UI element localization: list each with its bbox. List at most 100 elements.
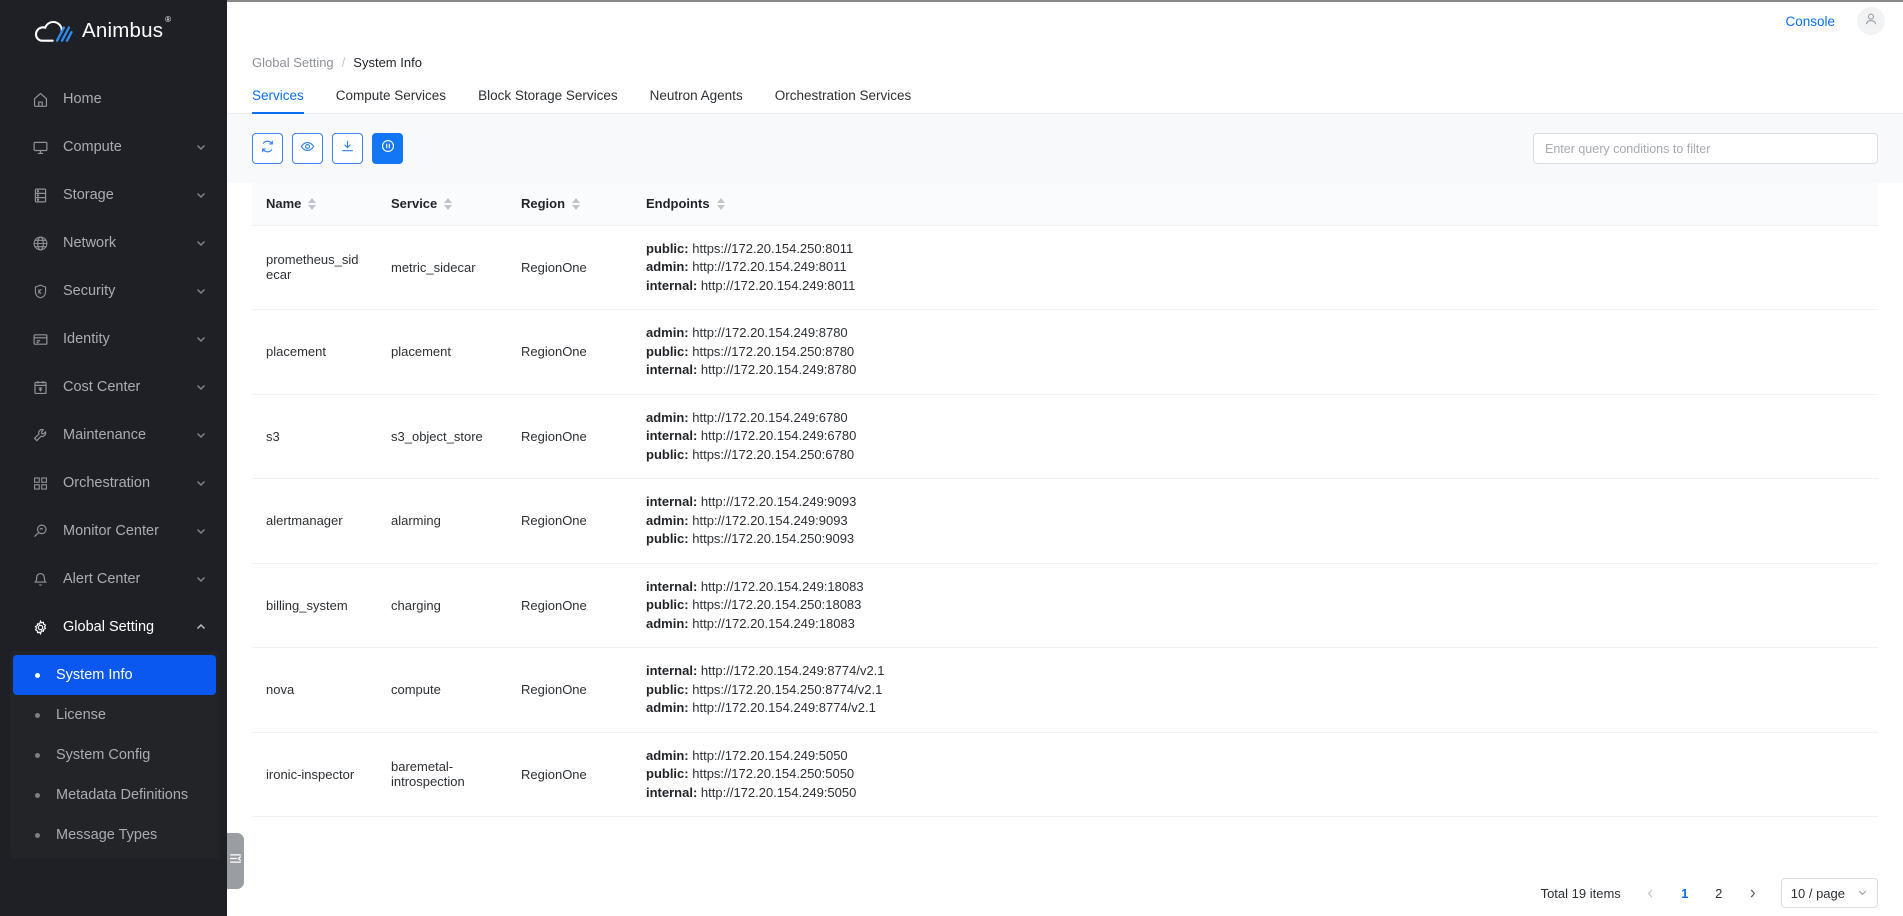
chevron-down-icon	[195, 141, 207, 153]
services-table: Name Service Region Endpoints prometheus…	[252, 183, 1878, 817]
sidebar-item-message-types[interactable]: Message Types	[13, 815, 216, 855]
table-row[interactable]: s3 s3_object_store RegionOne admin: http://…	[252, 394, 1878, 479]
avatar[interactable]	[1857, 7, 1885, 35]
sidebar-item-system-info[interactable]: System Info	[13, 655, 216, 695]
chevron-down-icon	[195, 285, 207, 297]
endpoint-type: internal:	[646, 578, 698, 594]
column-header-label: Region	[521, 196, 566, 212]
sort-toggle-icon[interactable]	[572, 197, 581, 210]
sidebar-item-security[interactable]: Security	[0, 267, 227, 315]
table-head: Name Service Region Endpoints	[252, 183, 1878, 226]
column-header-label: Service	[391, 196, 438, 212]
column-header-endpoints[interactable]: Endpoints	[632, 183, 1878, 226]
monitor-icon	[32, 139, 49, 156]
endpoint-line: admin: http://172.20.154.249:6780	[646, 409, 1864, 428]
brand-name: Animbus ®	[82, 15, 171, 43]
cell-name: alertmanager	[252, 478, 377, 564]
sidebar-item-cost-center[interactable]: Cost Center	[0, 363, 227, 411]
table-row[interactable]: billing_system charging RegionOne internal:…	[252, 563, 1878, 648]
tab-orchestration-services[interactable]: Orchestration Services	[759, 88, 928, 113]
chevron-down-icon	[195, 189, 207, 201]
filter-search-box[interactable]	[1533, 133, 1878, 164]
tab-compute-services[interactable]: Compute Services	[320, 88, 462, 113]
eye-icon	[300, 139, 315, 159]
refresh-button[interactable]	[252, 133, 283, 164]
endpoint-type: internal:	[646, 428, 698, 443]
endpoint-url: http://172.20.154.249:8780	[700, 362, 857, 377]
endpoint-line: public: https://172.20.154.250:8780	[646, 343, 1864, 362]
sidebar-item-global-setting[interactable]: Global Setting	[0, 603, 227, 651]
sidebar-item-storage[interactable]: Storage	[0, 171, 227, 219]
breadcrumb-parent[interactable]: Global Setting	[252, 55, 334, 70]
total-items-label: Total 19 items	[1540, 885, 1621, 901]
table-row[interactable]: prometheus_sidecar metric_sidecar RegionOn…	[252, 225, 1878, 310]
sidebar-item-network[interactable]: Network	[0, 219, 227, 267]
sidebar-item-maintenance[interactable]: Maintenance	[0, 411, 227, 459]
preview-button[interactable]	[292, 133, 323, 164]
column-header-region[interactable]: Region	[507, 183, 632, 226]
cell-endpoints: internal: http://172.20.154.249:8774/v2.…	[632, 647, 1878, 733]
table-row[interactable]: placement placement RegionOne admin: http:/…	[252, 309, 1878, 395]
sidebar-item-label: Cost Center	[63, 379, 141, 395]
column-header-service[interactable]: Service	[377, 183, 507, 226]
cell-service: charging	[377, 563, 507, 648]
sidebar-item-system-config[interactable]: System Config	[13, 735, 216, 775]
cell-region: RegionOne	[507, 394, 632, 479]
bullet-dot-icon	[35, 832, 40, 838]
endpoint-url: https://172.20.154.250:18083	[692, 597, 862, 612]
download-button[interactable]	[332, 133, 363, 164]
chevron-down-icon	[195, 333, 207, 345]
table-row[interactable]: ironic-inspector baremetal-introspection R…	[252, 732, 1878, 817]
endpoint-url: http://172.20.154.249:9093	[700, 494, 857, 509]
sidebar-item-alert-center[interactable]: Alert Center	[0, 555, 227, 603]
sidebar-item-monitor-center[interactable]: Monitor Center	[0, 507, 227, 555]
gear-icon	[32, 619, 49, 636]
wrench-icon	[32, 427, 49, 444]
tab-services[interactable]: Services	[252, 88, 320, 114]
tab-neutron-agents[interactable]: Neutron Agents	[634, 88, 759, 113]
chevron-down-icon	[195, 525, 207, 537]
pause-button[interactable]	[372, 133, 403, 164]
chevron-down-icon	[1857, 886, 1868, 901]
endpoint-url: https://172.20.154.250:9093	[692, 531, 855, 546]
pause-circle-icon	[380, 138, 396, 159]
cell-region: RegionOne	[507, 225, 632, 310]
page-number-2[interactable]: 2	[1707, 881, 1731, 905]
endpoint-type: admin:	[646, 700, 689, 715]
cell-service: baremetal-introspection	[377, 732, 507, 817]
sidebar-item-label: Orchestration	[63, 475, 151, 491]
sidebar-item-license[interactable]: License	[13, 695, 216, 735]
console-link[interactable]: Console	[1785, 14, 1835, 29]
sidebar-item-metadata-definitions[interactable]: Metadata Definitions	[13, 775, 216, 815]
endpoint-url: http://172.20.154.249:8011	[692, 259, 847, 274]
column-header-name[interactable]: Name	[252, 183, 377, 226]
endpoint-line: admin: http://172.20.154.249:8774/v2.1	[646, 699, 1864, 718]
sidebar-item-identity[interactable]: Identity	[0, 315, 227, 363]
next-page-button[interactable]	[1741, 881, 1765, 905]
search-input[interactable]	[1545, 141, 1866, 156]
sidebar-item-label: Security	[63, 283, 116, 299]
sort-toggle-icon[interactable]	[716, 197, 725, 210]
cell-name: billing_system	[252, 563, 377, 648]
page-size-select[interactable]: 10 / page	[1780, 878, 1878, 908]
page-number-1[interactable]: 1	[1673, 881, 1697, 905]
cell-service: placement	[377, 309, 507, 395]
chevron-down-icon	[195, 381, 207, 393]
table-row[interactable]: alertmanager alarming RegionOne internal: h…	[252, 478, 1878, 564]
sidebar-item-compute[interactable]: Compute	[0, 123, 227, 171]
prev-page-button[interactable]	[1639, 881, 1663, 905]
table-row[interactable]: nova compute RegionOne internal: http://172…	[252, 647, 1878, 733]
sidebar-collapse-handle[interactable]	[227, 833, 244, 889]
sort-toggle-icon[interactable]	[308, 197, 317, 210]
brand-logo[interactable]: Animbus ®	[0, 0, 227, 62]
endpoint-url: https://172.20.154.250:8774/v2.1	[692, 681, 883, 697]
cell-name: ironic-inspector	[252, 732, 377, 817]
sidebar-item-orchestration[interactable]: Orchestration	[0, 459, 227, 507]
sort-toggle-icon[interactable]	[444, 197, 453, 210]
endpoint-type: admin:	[646, 259, 689, 274]
sidebar-item-home[interactable]: Home	[0, 75, 227, 123]
sidebar-item-label: Compute	[63, 139, 122, 155]
bullet-dot-icon	[35, 792, 40, 798]
endpoint-url: http://172.20.154.249:5050	[700, 784, 857, 800]
tab-block-storage-services[interactable]: Block Storage Services	[462, 88, 634, 113]
